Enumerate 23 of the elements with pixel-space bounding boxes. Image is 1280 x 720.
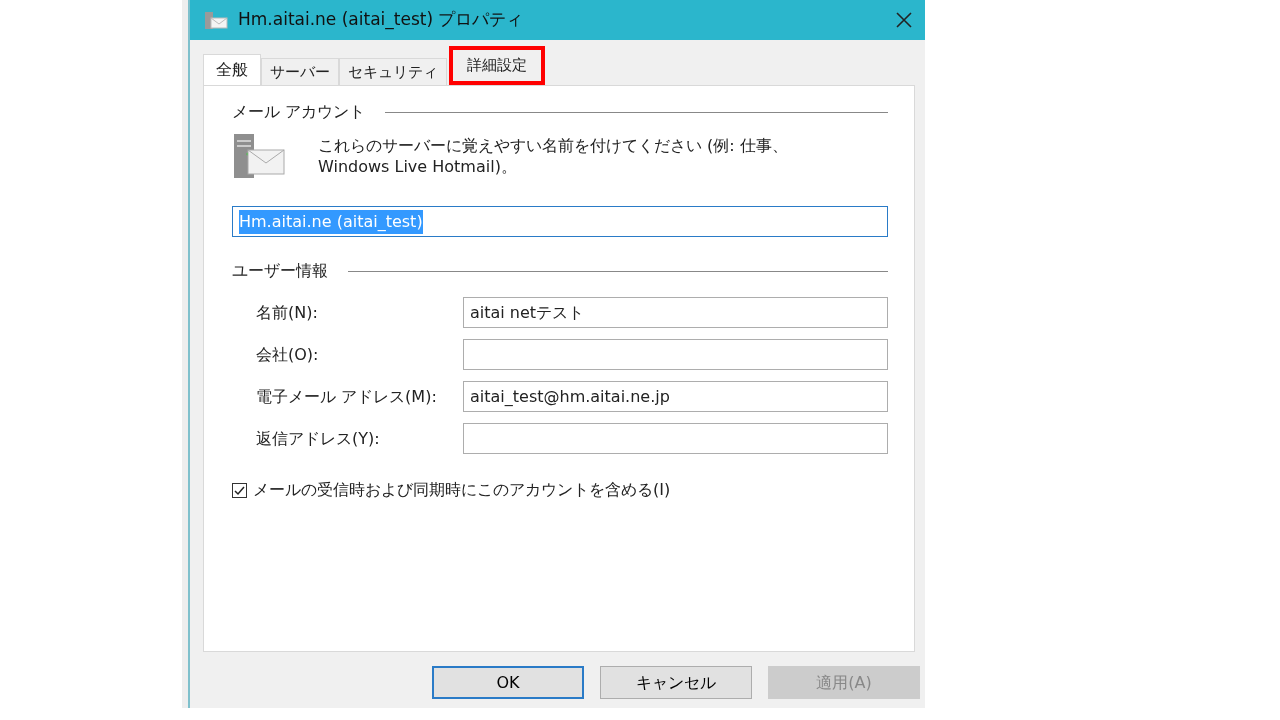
server-mail-icon	[232, 132, 288, 180]
group-heading: ユーザー情報	[232, 260, 328, 282]
text-field[interactable]: aitai netテスト	[463, 297, 888, 328]
text-field[interactable]	[463, 339, 888, 370]
checkbox[interactable]	[232, 482, 247, 498]
close-icon[interactable]	[895, 11, 913, 29]
text-field[interactable]: aitai_test@hm.aitai.ne.jp	[463, 381, 888, 412]
text-field[interactable]	[463, 423, 888, 454]
tab[interactable]: セキュリティ	[339, 58, 447, 85]
field-label: 返信アドレス(Y):	[255, 427, 381, 450]
field-label: 電子メール アドレス(M):	[255, 385, 438, 408]
description-text: これらのサーバーに覚えやすい名前を付けてください (例: 仕事、Windows Live Hotmail)。	[318, 136, 789, 178]
checkbox-label[interactable]: メールの受信時および同期時にこのアカウントを含める(I)	[253, 478, 671, 502]
tab[interactable]: 詳細設定	[449, 46, 545, 85]
group-heading: メール アカウント	[232, 101, 366, 123]
tab[interactable]: 全般	[203, 54, 261, 85]
dialog-button[interactable]: OK	[432, 666, 584, 699]
tab[interactable]: サーバー	[261, 58, 339, 85]
dialog-button[interactable]: キャンセル	[600, 666, 752, 699]
server-mail-icon	[204, 10, 228, 30]
field-label: 名前(N):	[255, 301, 319, 324]
field-label: 会社(O):	[255, 343, 320, 366]
window-title: Hm.aitai.ne (aitai_test) プロパティ	[238, 8, 525, 32]
